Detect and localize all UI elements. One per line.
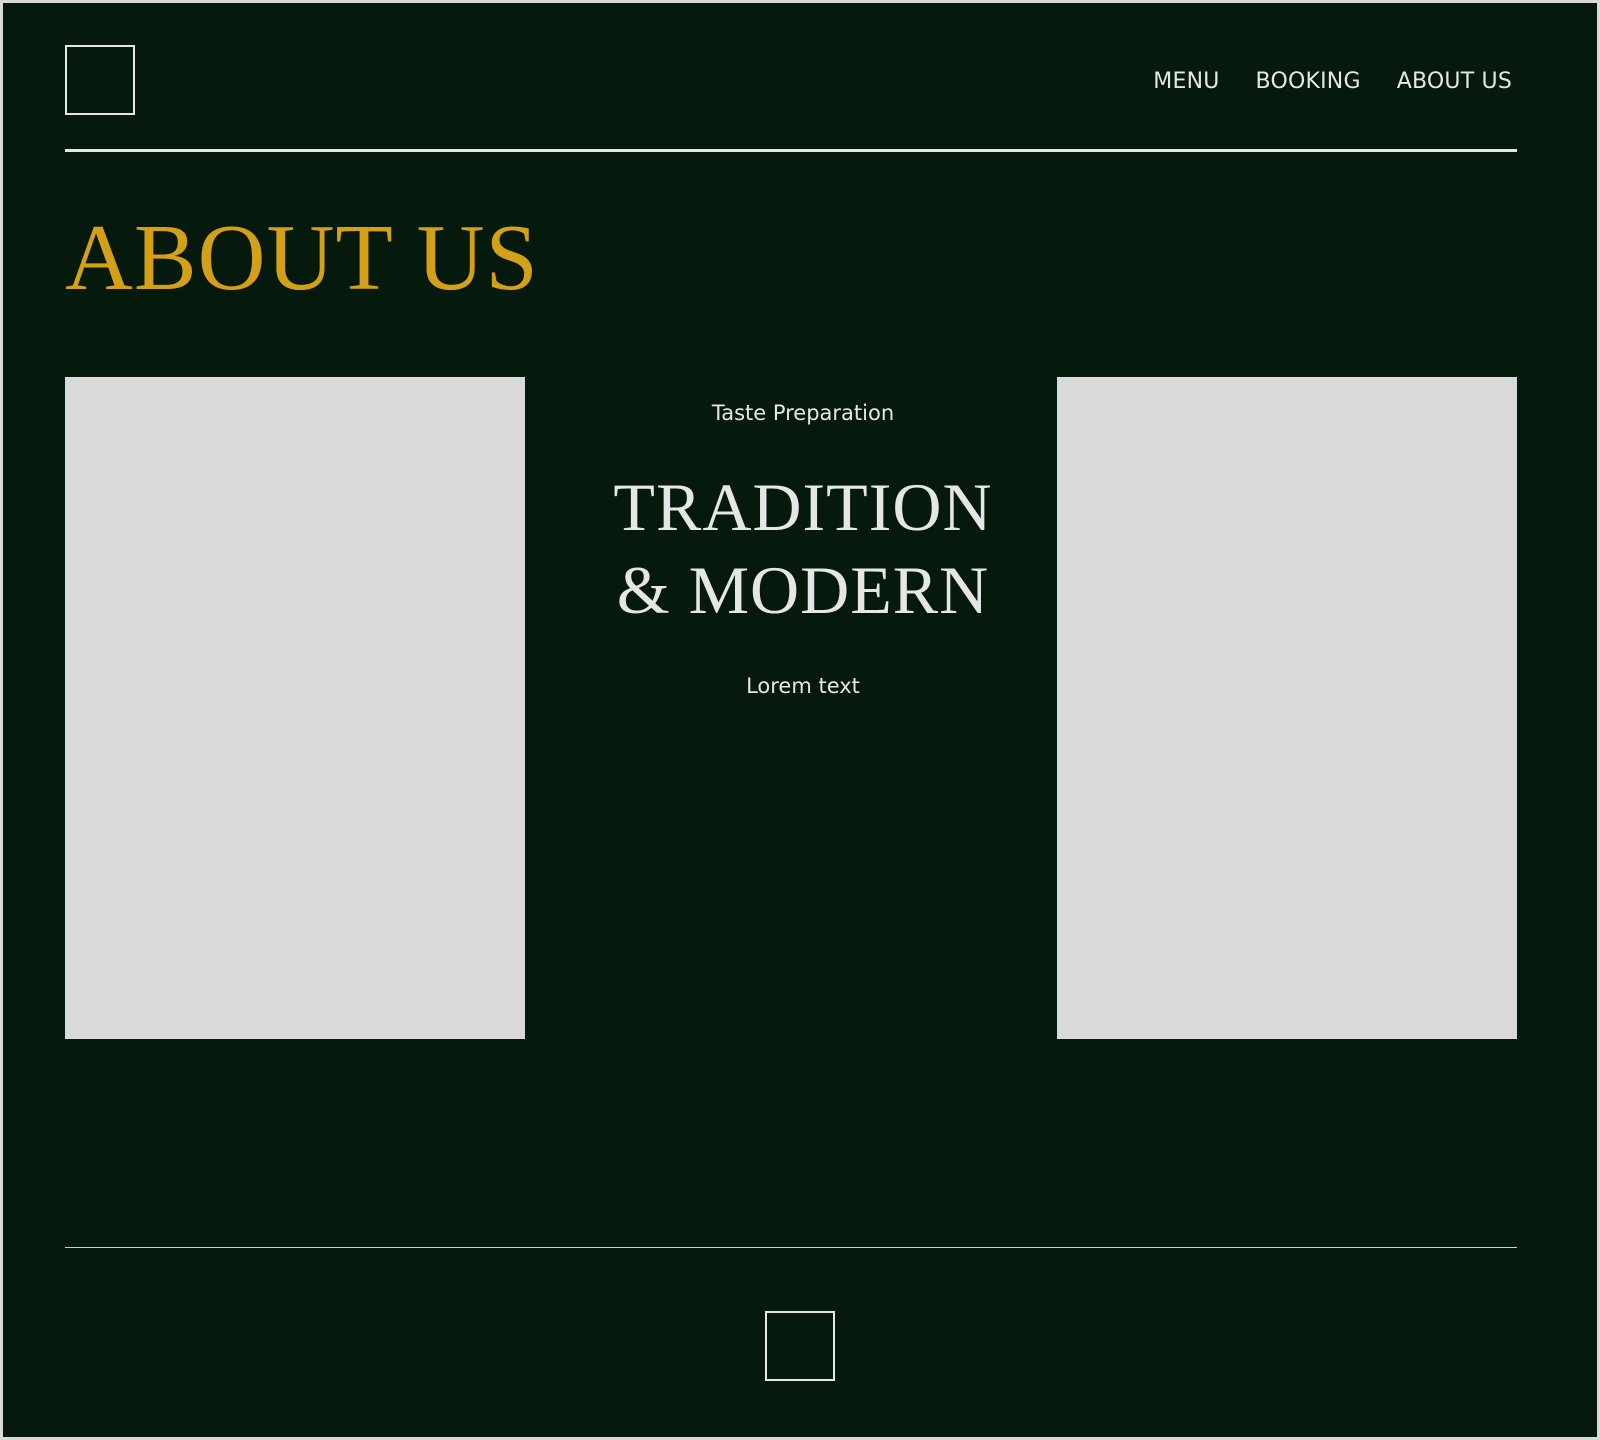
footer-divider xyxy=(65,1247,1517,1248)
nav-item-menu[interactable]: MENU xyxy=(1153,69,1219,94)
feature-section: Taste Preparation TRADITION & MODERN Lor… xyxy=(543,377,1063,699)
feature-headline-line-1: TRADITION xyxy=(613,469,993,546)
page-frame: MENU BOOKING ABOUT US ABOUT US Taste Pre… xyxy=(3,3,1597,1437)
header-logo[interactable] xyxy=(65,45,135,115)
nav-item-about-us[interactable]: ABOUT US xyxy=(1397,69,1512,94)
footer-logo[interactable] xyxy=(765,1311,835,1381)
nav-item-booking[interactable]: BOOKING xyxy=(1256,69,1361,94)
image-placeholder-right xyxy=(1057,377,1517,1039)
page-title: ABOUT US xyxy=(65,206,539,310)
feature-headline: TRADITION & MODERN xyxy=(543,466,1063,632)
feature-body-text: Lorem text xyxy=(746,674,860,699)
header-divider xyxy=(65,149,1517,152)
feature-headline-line-2: & MODERN xyxy=(616,552,990,629)
main-nav: MENU BOOKING ABOUT US xyxy=(1153,69,1512,94)
image-placeholder-left xyxy=(65,377,525,1039)
feature-eyebrow: Taste Preparation xyxy=(711,401,895,425)
